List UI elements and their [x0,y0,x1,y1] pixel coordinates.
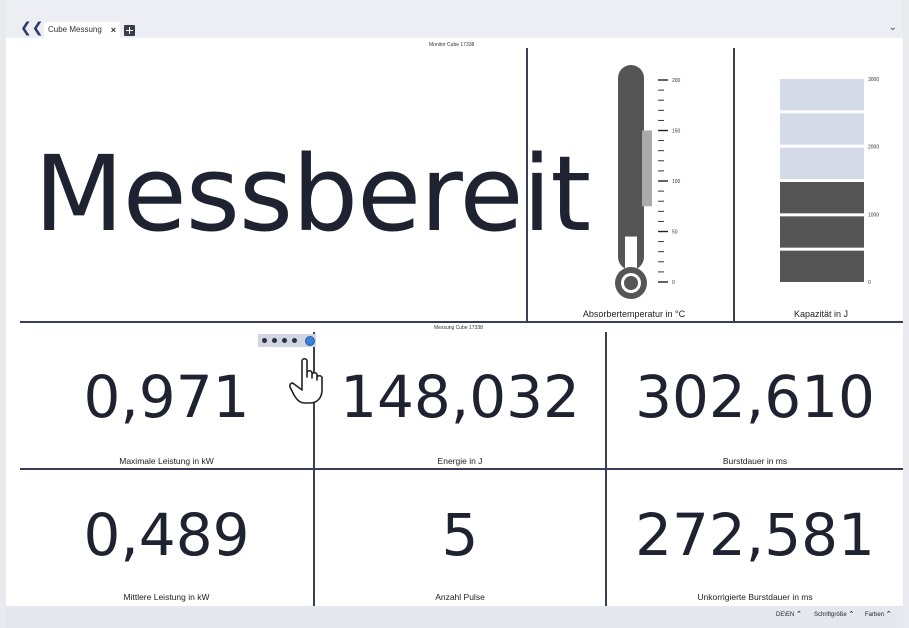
colors-menu[interactable]: Farben ⌃ [865,610,892,618]
chevron-up-icon: ⌃ [885,611,892,618]
divider [20,321,903,323]
close-icon[interactable]: × [111,22,116,38]
tick-label: 0 [868,280,871,286]
capacity-segment [780,113,864,145]
tick-label: 3000 [868,77,879,83]
metric-value-uncorrected-burst: 272,581 [635,501,875,569]
hand-cursor-icon [289,357,323,404]
gear-icon[interactable] [305,336,315,346]
tick-label: 150 [672,129,681,135]
capacity-ticks: 3000 2000 1000 0 [868,77,879,286]
metric-label-energy: Energie in J [437,456,483,466]
tab-label: Cube Messung [48,25,102,34]
dot-icon [282,338,287,343]
divider [20,468,903,470]
metric-value-max-power: 0,971 [83,363,250,431]
tick-label: 50 [672,230,678,236]
capacity-segment [780,79,864,111]
widget-toolbar[interactable] [258,334,316,347]
capacity-segment [780,250,864,282]
thermometer-gauge: 200 150 100 50 0 [615,65,681,299]
metric-value-burst-duration: 302,610 [635,363,875,431]
thermometer-label: Absorbertemperatur in °C [582,309,686,319]
capacity-segment [780,182,864,214]
metric-label-pulse-count: Anzahl Pulse [435,592,485,602]
dot-icon [292,338,297,343]
divider [526,48,528,321]
bottom-panel-title: Messung Cube 17338 [434,325,483,331]
metric-label-avg-power: Mittlere Leistung in kW [123,592,210,602]
tick-label: 1000 [868,212,879,218]
thermometer-range-band [642,130,652,207]
metric-label-max-power: Maximale Leistung in kW [119,456,214,466]
tick-label: 200 [672,78,681,84]
capacity-segment [780,147,864,179]
metric-label-burst-duration: Burstdauer in ms [722,456,788,466]
thermometer-bulb-core [624,276,638,290]
thermometer-ticks: 200 150 100 50 0 [658,78,681,286]
dot-icon [262,338,267,343]
tick-label: 100 [672,179,681,185]
chevron-up-icon: ⌃ [848,611,855,618]
font-size-menu[interactable]: Schriftgröße ⌃ [814,610,854,618]
app-window: ❮❮ Cube Messung × ⌄ Monitor Cube 17338 M… [6,0,903,628]
dot-icon [272,338,277,343]
measurement-status: Messbereit [34,133,591,255]
tab-cube-messung[interactable]: Cube Messung × [44,22,120,38]
tick-label: 2000 [868,145,879,151]
capacity-label: Kapazität in J [793,309,849,319]
chevron-down-icon[interactable]: ⌄ [889,22,897,33]
chevron-up-icon: ⌃ [796,611,802,618]
language-toggle[interactable]: DE\EN ⌃ [776,610,802,618]
capacity-gauge: 3000 2000 1000 0 [780,77,879,286]
add-tab-button[interactable] [124,25,135,36]
status-bar: DE\EN ⌃ Schriftgröße ⌃ Farben ⌃ [6,606,903,628]
tick-label: 0 [672,280,675,286]
collapse-sidebar-icon[interactable]: ❮❮ [20,20,43,34]
metric-value-energy: 148,032 [340,363,580,431]
tab-bar: ❮❮ Cube Messung × ⌄ [6,0,903,38]
capacity-segments [780,79,864,282]
top-panel-title: Monitor Cube 17338 [429,42,475,48]
metric-value-pulse-count: 5 [441,501,479,569]
metric-label-uncorrected-burst: Unkorrigierte Burstdauer in ms [697,592,813,602]
divider [733,48,735,321]
metric-value-avg-power: 0,489 [83,501,250,569]
capacity-segment [780,216,864,248]
